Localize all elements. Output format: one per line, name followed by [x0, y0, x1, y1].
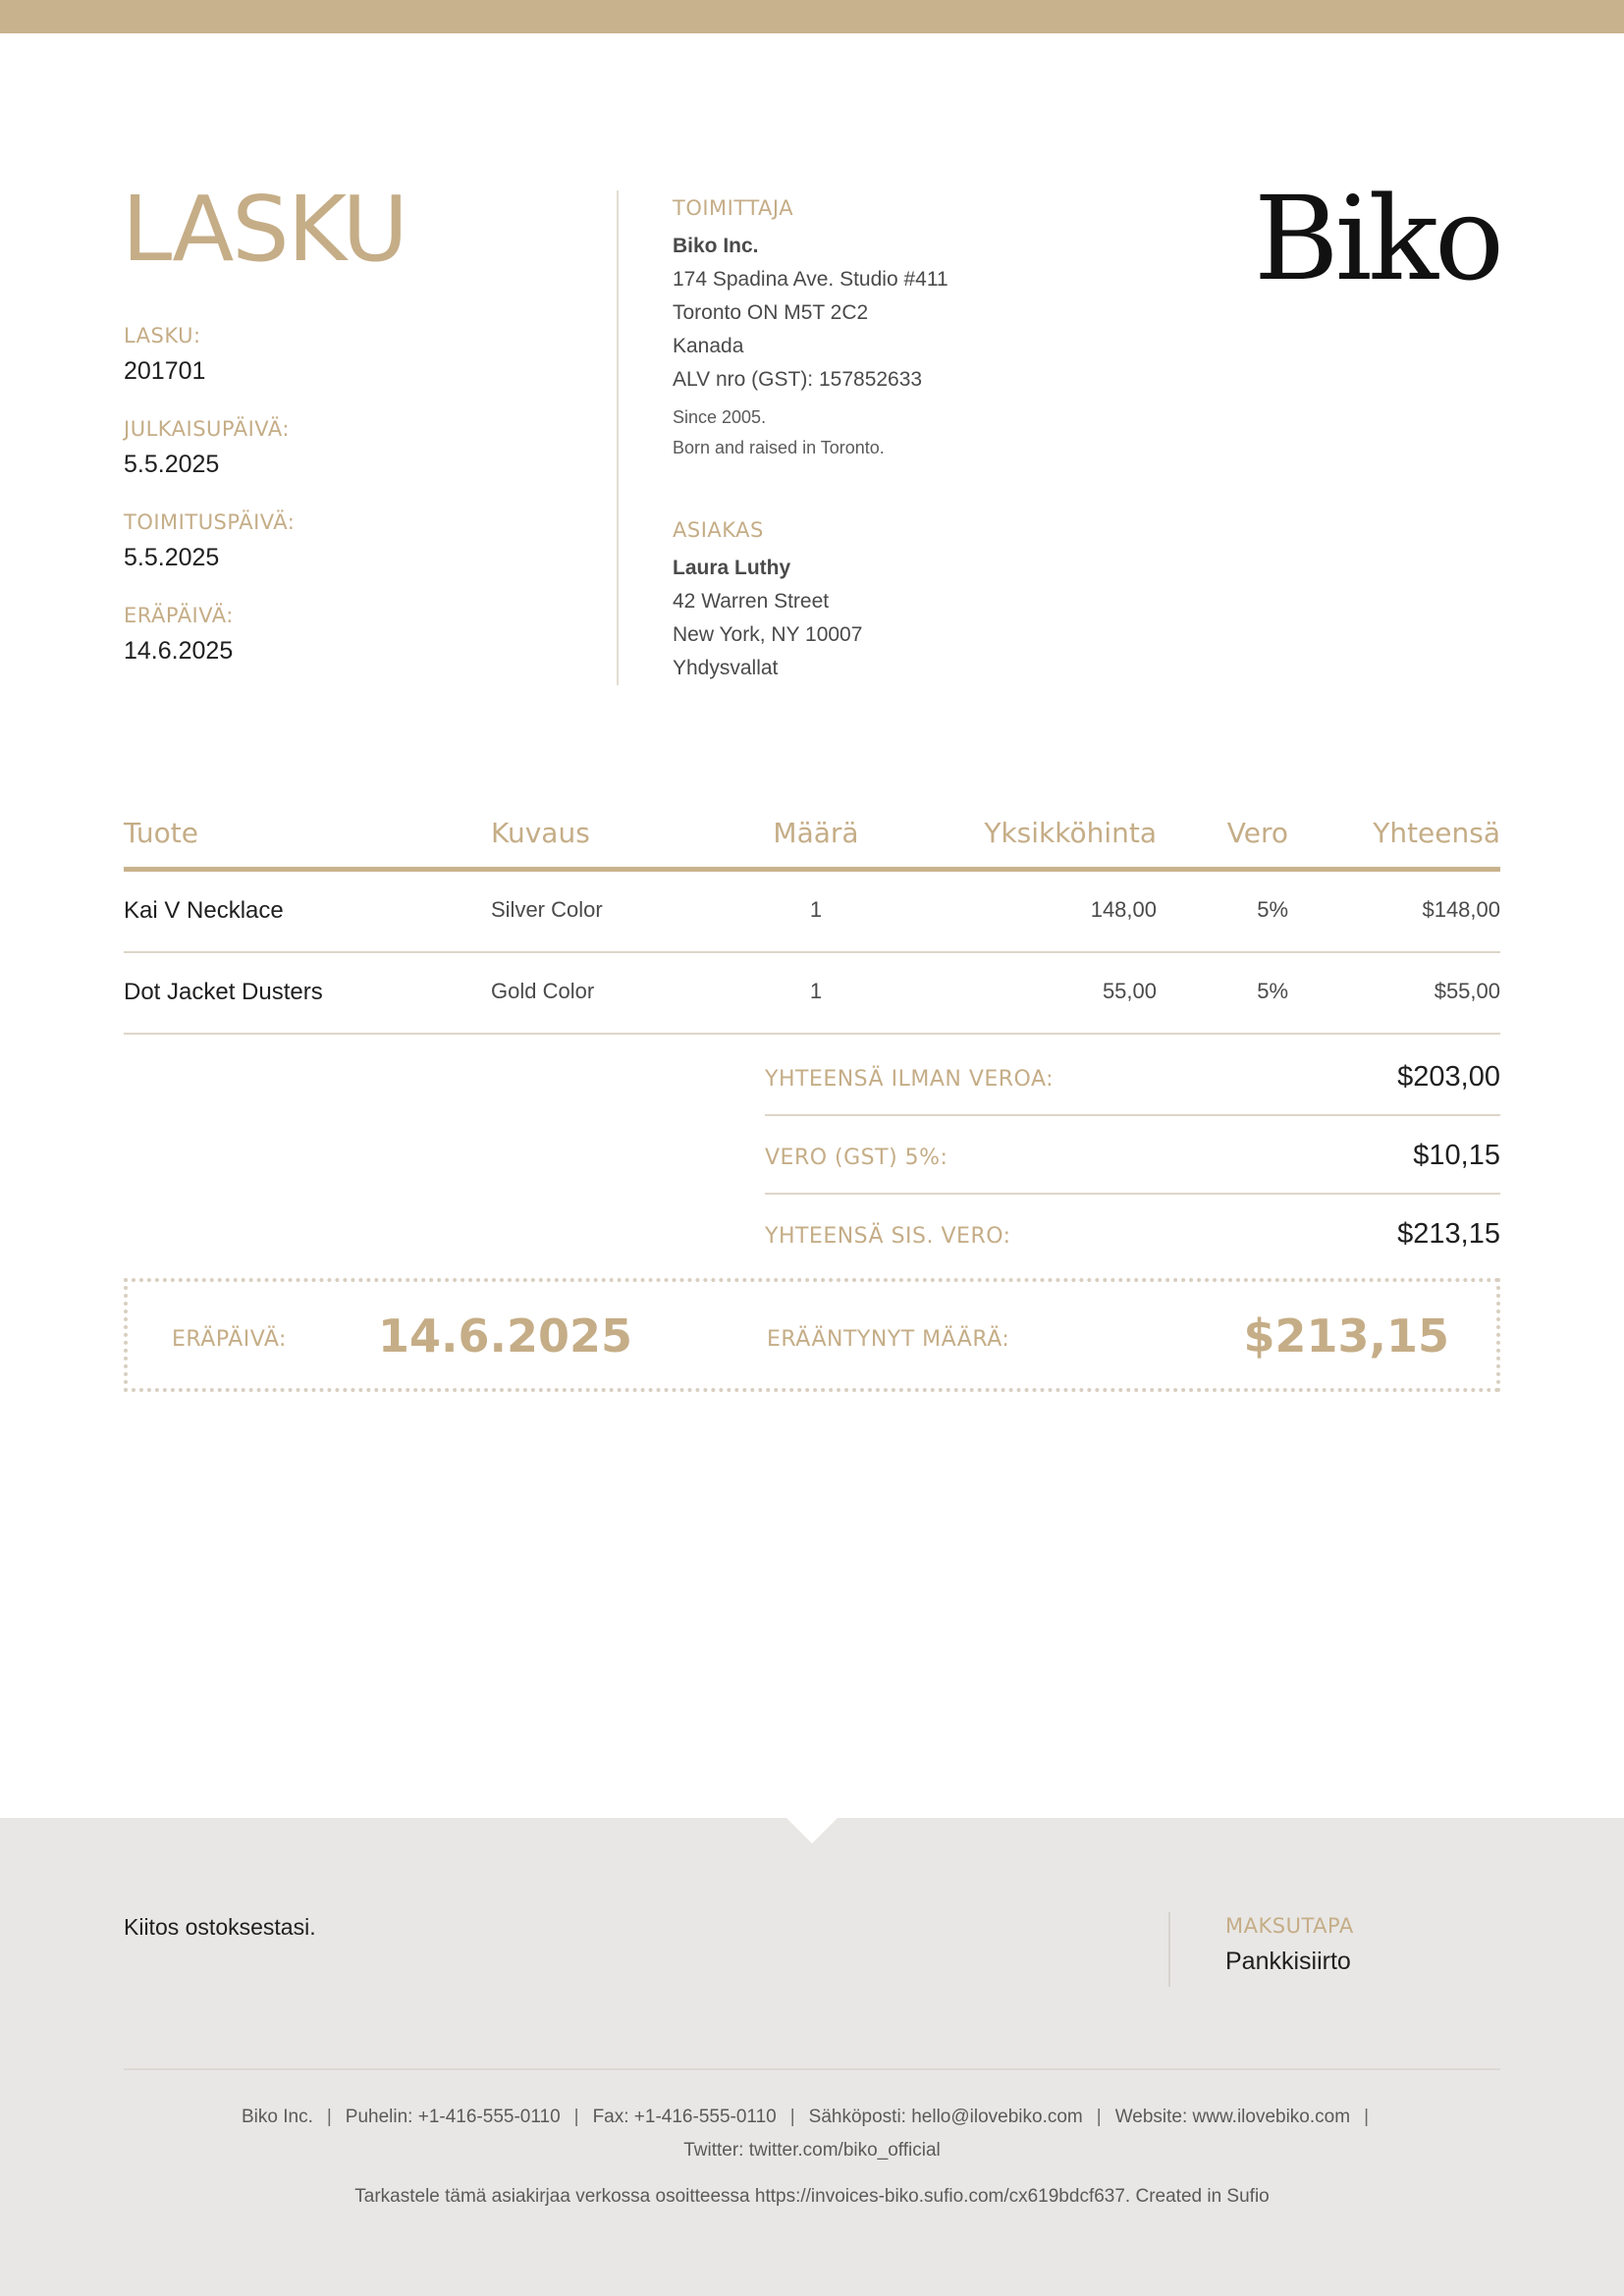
issue-date-field: JULKAISUPÄIVÄ: 5.5.2025	[124, 417, 516, 479]
issue-date-label: JULKAISUPÄIVÄ:	[124, 417, 290, 441]
contact-company: Biko Inc.	[241, 2107, 313, 2127]
due-date-value: 14.6.2025	[124, 637, 234, 665]
header-total: Yhteensä	[1373, 817, 1500, 849]
company-logo: Biko	[1254, 171, 1504, 306]
items-table: Tuote Kuvaus Määrä Yksikköhinta Vero Yht…	[124, 811, 1500, 1035]
header-product: Tuote	[124, 817, 198, 849]
header-quantity: Määrä	[773, 817, 859, 849]
due-date-field: ERÄPÄIVÄ: 14.6.2025	[124, 604, 516, 666]
invoice-number-field: LASKU: 201701	[124, 324, 516, 386]
invoice-title: LASKU	[122, 177, 408, 282]
row-total: $55,00	[1434, 979, 1500, 1003]
amount-due-box: ERÄPÄIVÄ: 14.6.2025 ERÄÄNTYNYT MÄÄRÄ: $2…	[124, 1278, 1500, 1392]
row-unit-price: 55,00	[1102, 979, 1157, 1003]
due-date-label: ERÄPÄIVÄ:	[124, 604, 234, 627]
header-tax: Vero	[1226, 817, 1288, 849]
supplier-note: Born and raised in Toronto.	[673, 438, 885, 457]
payment-method-value: Pankkisiirto	[1225, 1948, 1351, 1975]
row-quantity: 1	[809, 979, 823, 1003]
row-total: $148,00	[1422, 897, 1500, 922]
due-box-date-label: ERÄPÄIVÄ:	[172, 1327, 287, 1352]
contact-line: Biko Inc. | Puhelin: +1-416-555-0110 | Fax: …	[241, 2107, 1369, 2127]
row-unit-price: 148,00	[1090, 897, 1157, 922]
tax-amount: $10,15	[1413, 1140, 1500, 1171]
row-tax: 5%	[1257, 979, 1288, 1003]
invoice-number-label: LASKU:	[124, 324, 201, 347]
row-quantity: 1	[809, 897, 823, 922]
supplier-block: TOIMITTAJA Biko Inc. 174 Spadina Ave. St…	[673, 196, 1183, 463]
header-unit-price: Yksikköhinta	[984, 817, 1157, 849]
subtotal-amount: $203,00	[1397, 1061, 1500, 1093]
customer-address-line: Yhdysvallat	[673, 657, 779, 679]
payment-method-block: MAKSUTAPA Pankkisiirto	[1225, 1914, 1354, 1976]
grand-total-amount: $213,15	[1397, 1218, 1500, 1250]
customer-name: Laura Luthy	[673, 557, 791, 579]
subtotal-label: YHTEENSÄ ILMAN VEROA:	[765, 1067, 1055, 1092]
contact-fax: Fax: +1-416-555-0110	[592, 2107, 777, 2127]
customer-address-line: 42 Warren Street	[673, 590, 830, 613]
delivery-date-value: 5.5.2025	[124, 544, 220, 571]
footer-divider	[1168, 1912, 1170, 1987]
contact-phone: Puhelin: +1-416-555-0110	[345, 2107, 561, 2127]
row-product: Dot Jacket Dusters	[124, 979, 323, 1005]
tax-label: VERO (GST) 5%:	[765, 1146, 948, 1170]
thank-you-message: Kiitos ostoksestasi.	[124, 1914, 316, 1940]
delivery-date-label: TOIMITUSPÄIVÄ:	[124, 510, 296, 534]
supplier-name: Biko Inc.	[673, 235, 759, 257]
view-online-link[interactable]: Tarkastele tämä asiakirjaa verkossa osoi…	[124, 2186, 1500, 2208]
customer-label: ASIAKAS	[673, 518, 764, 542]
due-box-amount: $213,15	[1243, 1309, 1449, 1362]
totals-block: YHTEENSÄ ILMAN VEROA: $203,00 VERO (GST)…	[765, 1038, 1500, 1273]
row-tax: 5%	[1257, 897, 1288, 922]
table-row: Dot Jacket Dusters Gold Color 1 55,00 5%…	[124, 953, 1500, 1035]
delivery-date-field: TOIMITUSPÄIVÄ: 5.5.2025	[124, 510, 516, 572]
grand-total-label: YHTEENSÄ SIS. VERO:	[765, 1224, 1011, 1249]
table-row: Kai V Necklace Silver Color 1 148,00 5% …	[124, 872, 1500, 953]
supplier-address-line: Kanada	[673, 335, 744, 357]
issue-date-value: 5.5.2025	[124, 451, 220, 478]
invoice-number-value: 201701	[124, 357, 206, 385]
supplier-note: Since 2005.	[673, 407, 767, 427]
contact-website[interactable]: Website: www.ilovebiko.com	[1115, 2107, 1350, 2127]
footer-separator	[124, 2068, 1500, 2070]
table-header: Tuote Kuvaus Määrä Yksikköhinta Vero Yht…	[124, 811, 1500, 872]
header-divider	[617, 190, 619, 685]
supplier-label: TOIMITTAJA	[673, 196, 794, 220]
contact-twitter[interactable]: Twitter: twitter.com/biko_official	[124, 2134, 1500, 2167]
contact-info: Biko Inc. | Puhelin: +1-416-555-0110 | Fax: …	[124, 2101, 1500, 2167]
supplier-address-line: 174 Spadina Ave. Studio #411	[673, 268, 948, 291]
footer	[0, 1818, 1624, 2296]
subtotal-row: YHTEENSÄ ILMAN VEROA: $203,00	[765, 1038, 1500, 1116]
due-box-amount-label: ERÄÄNTYNYT MÄÄRÄ:	[767, 1327, 1010, 1352]
customer-block: ASIAKAS Laura Luthy 42 Warren Street New…	[673, 518, 1183, 685]
row-description: Silver Color	[491, 897, 603, 922]
tax-row: VERO (GST) 5%: $10,15	[765, 1116, 1500, 1195]
header-description: Kuvaus	[491, 817, 590, 849]
due-box-date: 14.6.2025	[378, 1309, 632, 1362]
supplier-vat-number: ALV nro (GST): 157852633	[673, 368, 923, 391]
row-description: Gold Color	[491, 979, 595, 1003]
payment-method-label: MAKSUTAPA	[1225, 1914, 1354, 1938]
footer-notch	[785, 1817, 839, 1843]
supplier-address-line: Toronto ON M5T 2C2	[673, 301, 869, 324]
contact-email[interactable]: Sähköposti: hello@ilovebiko.com	[809, 2107, 1083, 2127]
top-accent-bar	[0, 0, 1624, 33]
grand-total-row: YHTEENSÄ SIS. VERO: $213,15	[765, 1195, 1500, 1273]
customer-address-line: New York, NY 10007	[673, 623, 863, 646]
row-product: Kai V Necklace	[124, 897, 284, 924]
